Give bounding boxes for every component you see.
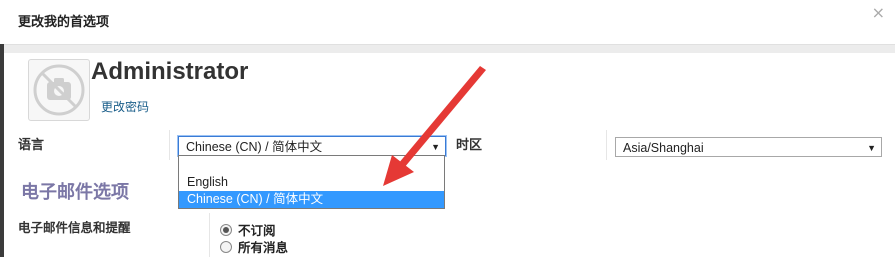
radio-label: 不订阅 <box>238 223 276 238</box>
language-label: 语言 <box>18 138 45 153</box>
change-password-link[interactable]: 更改密码 <box>101 98 149 115</box>
chevron-down-icon: ▼ <box>867 143 876 153</box>
timezone-select[interactable]: Asia/Shanghai ▼ <box>615 137 882 157</box>
dropdown-spacer <box>179 156 444 174</box>
language-option-english[interactable]: English <box>179 174 444 191</box>
preferences-dialog: 更改我的首选项 × Administrator 更改密码 语言 Chinese … <box>0 0 895 257</box>
chevron-down-icon: ▼ <box>431 142 440 152</box>
camera-off-icon <box>33 64 85 116</box>
field-divider <box>169 130 170 160</box>
field-divider <box>606 130 607 160</box>
close-icon[interactable]: × <box>872 3 885 22</box>
language-select-value: Chinese (CN) / 简体中文 <box>186 140 323 154</box>
email-options-heading: 电子邮件选项 <box>21 182 129 203</box>
radio-all-messages[interactable]: 所有消息 <box>220 237 288 256</box>
timezone-select-value: Asia/Shanghai <box>623 141 704 155</box>
radio-label: 所有消息 <box>238 240 289 255</box>
user-name: Administrator <box>91 58 249 85</box>
radio-button-checked[interactable] <box>220 224 232 236</box>
dialog-header: 更改我的首选项 × <box>0 0 895 44</box>
header-divider <box>4 44 895 53</box>
avatar[interactable] <box>28 59 90 121</box>
radio-button[interactable] <box>220 241 232 253</box>
email-notifications-label: 电子邮件信息和提醒 <box>18 220 131 235</box>
language-select[interactable]: Chinese (CN) / 简体中文 ▼ <box>178 136 446 156</box>
field-divider <box>209 213 210 257</box>
language-option-chinese[interactable]: Chinese (CN) / 简体中文 <box>179 191 444 208</box>
dialog-title: 更改我的首选项 <box>18 15 110 30</box>
language-dropdown-list[interactable]: English Chinese (CN) / 简体中文 <box>178 155 445 209</box>
timezone-label: 时区 <box>456 138 483 153</box>
